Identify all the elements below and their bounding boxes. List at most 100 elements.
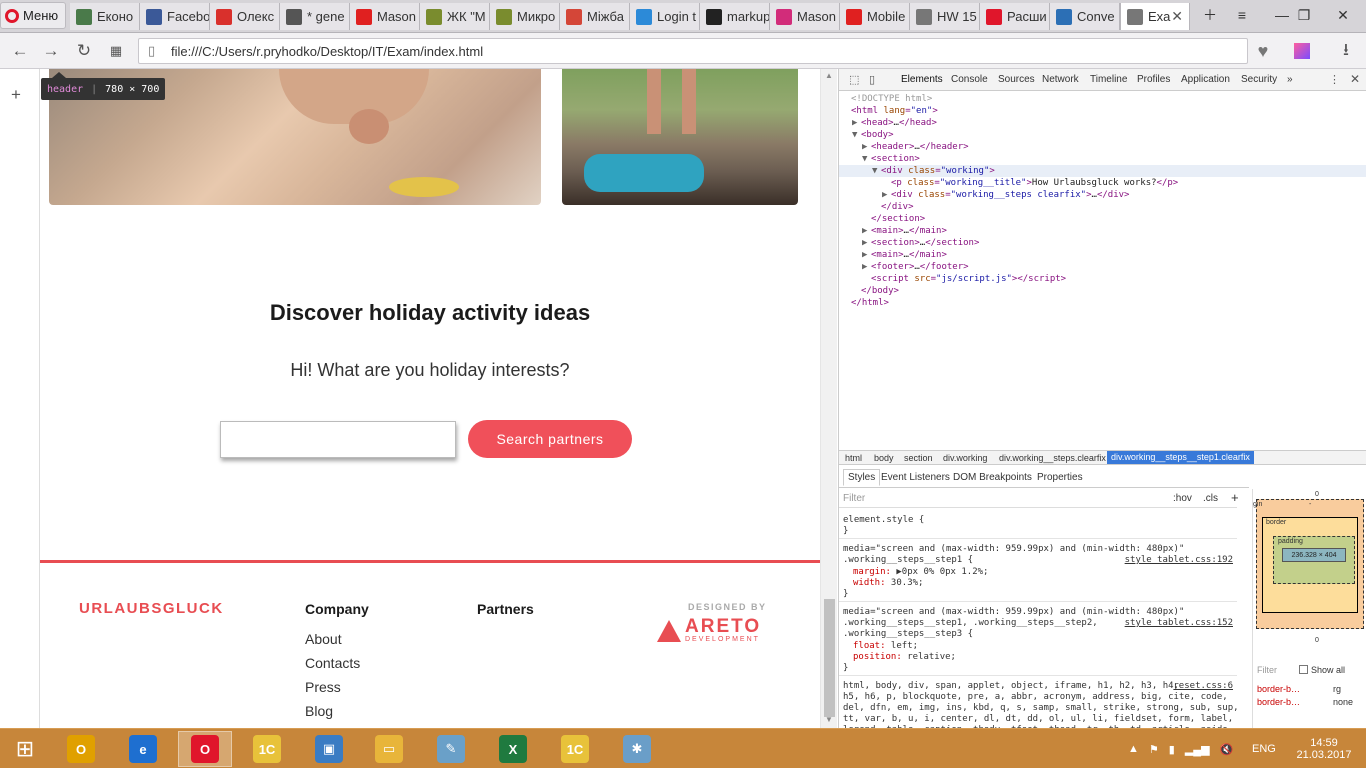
subtab-styles[interactable]: Styles [843,469,881,486]
dom-node-line[interactable]: ▶ <header>…</header> [862,141,969,153]
language-indicator[interactable]: ENG [1252,729,1276,769]
volume-icon[interactable]: 🔇 [1220,743,1234,756]
dom-node-line[interactable]: </html> [851,297,889,309]
devtools-tab-timeline[interactable]: Timeline [1090,74,1127,85]
tab-gmail[interactable]: Міжба [560,3,630,30]
style-rule-line[interactable]: media="screen and (max-width: 959.99px) … [843,544,1184,556]
expand-arrow-icon[interactable]: ▼ [872,165,877,177]
expand-arrow-icon[interactable]: ▼ [852,129,857,141]
breadcrumb-item[interactable]: section [904,453,933,463]
hov-toggle[interactable]: :hov [1173,493,1192,504]
close-devtools-icon[interactable]: ✕ [1350,72,1360,86]
footer-brand-logo[interactable]: URLAUBSGLUCK [79,600,224,617]
style-rule-line[interactable]: } [843,526,848,538]
sidebar-add-button[interactable]: + [11,85,21,105]
scroll-up-icon[interactable]: ▲ [825,71,833,80]
tab-youtube[interactable]: Mason [350,3,420,30]
subtab-properties[interactable]: Properties [1037,472,1083,483]
dom-node-line[interactable]: ▶ <main>…</main> [862,225,947,237]
style-rule-line[interactable]: media="screen and (max-width: 959.99px) … [843,607,1184,619]
breadcrumb-item[interactable]: body [874,453,894,463]
devtools-tab-console[interactable]: Console [951,74,988,85]
tab-grid[interactable]: ЖК "М [420,3,490,30]
taskbar-notes[interactable]: ✎ [424,731,478,767]
style-rule-line[interactable]: .working__steps__step1, .working__steps_… [843,618,1098,630]
dom-node-line[interactable]: <html lang="en"> [851,105,938,117]
computed-prop-name[interactable]: border-b… [1257,684,1300,694]
styles-filter-input[interactable]: Filter [843,493,865,504]
style-rule-line[interactable]: } [843,589,848,601]
dom-node-line[interactable]: ▶ <section>…</section> [862,237,979,249]
style-rule-line[interactable]: } [843,663,848,675]
tab-facebook[interactable]: Facebo [140,3,210,30]
opera-menu-button[interactable]: Меню [0,2,66,29]
footer-link-about[interactable]: About [305,631,342,647]
scroll-down-icon[interactable]: ▼ [825,715,833,724]
dom-node-line[interactable]: <!DOCTYPE html> [851,93,932,105]
devtools-tab-sources[interactable]: Sources [998,74,1035,85]
battery-icon[interactable]: ▮ [1169,743,1175,756]
new-style-rule-icon[interactable]: + [1231,490,1239,505]
tab-hromadske[interactable]: Олекс [210,3,280,30]
dom-node-line[interactable]: </body> [861,285,899,297]
style-rule-line[interactable]: float: left; [853,641,918,653]
expand-arrow-icon[interactable]: ▶ [862,249,867,261]
devtools-tab-security[interactable]: Security [1241,74,1277,85]
tab-grid[interactable]: Микро [490,3,560,30]
stylesheet-source-link[interactable]: style_tablet.css:152 [1125,618,1233,630]
expand-arrow-icon[interactable]: ▶ [862,225,867,237]
tab-letter-e[interactable]: Еконо [70,3,140,30]
style-rule-line[interactable]: del, dfn, em, img, ins, kbd, q, s, samp,… [843,703,1237,715]
tab-document[interactable]: Exa ✕ [1120,3,1190,30]
tab-d[interactable]: Mason [770,3,840,30]
tab-menu-button[interactable]: ≡ [1222,0,1262,30]
subtab-dom-breakpoints[interactable]: DOM Breakpoints [953,472,1032,483]
close-window-button[interactable]: ✕ [1320,0,1366,30]
downloads-button[interactable]: ⭳ [1334,39,1358,63]
taskbar-file-explorer[interactable]: ▭ [362,731,416,767]
devtools-tab-elements[interactable]: Elements [901,74,943,85]
tab-opera[interactable]: Расши [980,3,1050,30]
breadcrumb-item[interactable]: div.working [943,453,987,463]
dom-node-line[interactable]: ▶ <main>…</main> [862,249,947,261]
dom-node-line[interactable]: </section> [871,213,925,225]
back-button[interactable]: ← [8,39,32,63]
dom-node-line[interactable]: ▼ <section> [862,153,920,165]
tray-expand-icon[interactable]: ▲ [1128,743,1139,755]
computed-prop-name[interactable]: border-b… [1257,697,1300,707]
start-button[interactable]: ⊞ [0,731,50,767]
stylesheet-source-link[interactable]: style_tablet.css:192 [1125,555,1233,567]
breadcrumb-item[interactable]: html [845,453,862,463]
devtools-tab-application[interactable]: Application [1181,74,1230,85]
device-mode-icon[interactable]: ▯ [869,73,875,86]
devtools-more-tabs-icon[interactable]: » [1287,74,1293,85]
search-partners-button[interactable]: Search partners [468,420,632,458]
tab-chat[interactable]: Conve [1050,3,1120,30]
footer-link-blog[interactable]: Blog [305,703,333,719]
tab-github[interactable]: markup [700,3,770,30]
taskbar-internet-explorer[interactable]: e [116,731,170,767]
maximize-button[interactable]: ❐ [1284,0,1324,30]
taskbar-paint[interactable]: ✱ [610,731,664,767]
taskbar-remote-desktop[interactable]: ▣ [302,731,356,767]
clock[interactable]: 14:59 21.03.2017 [1294,729,1354,769]
expand-arrow-icon[interactable]: ▶ [852,117,857,129]
expand-arrow-icon[interactable]: ▼ [862,153,867,165]
expand-arrow-icon[interactable]: ▶ [882,189,887,201]
dom-node-line[interactable]: <p class="working__title">How Urlaubsglu… [891,177,1178,189]
show-all-checkbox[interactable] [1299,665,1308,674]
subtab-event-listeners[interactable]: Event Listeners [881,472,950,483]
cls-toggle[interactable]: .cls [1203,493,1218,504]
reload-button[interactable]: ↻ [72,39,96,63]
taskbar-opera[interactable]: O [178,731,232,767]
network-icon[interactable]: ▂▄▆ [1185,743,1210,756]
taskbar-outlook[interactable]: O [54,731,108,767]
footer-link-contacts[interactable]: Contacts [305,655,360,671]
forward-button[interactable]: → [39,39,63,63]
interests-search-input[interactable] [220,421,456,458]
flag-icon[interactable]: ⚑ [1149,743,1159,756]
expand-arrow-icon[interactable]: ▶ [862,141,867,153]
style-rule-line[interactable]: margin: ▶0px 0% 0px 1.2%; [853,567,988,579]
footer-link-press[interactable]: Press [305,679,341,695]
style-rule-line[interactable]: h5, h6, p, blockquote, pre, a, abbr, acr… [843,692,1228,704]
